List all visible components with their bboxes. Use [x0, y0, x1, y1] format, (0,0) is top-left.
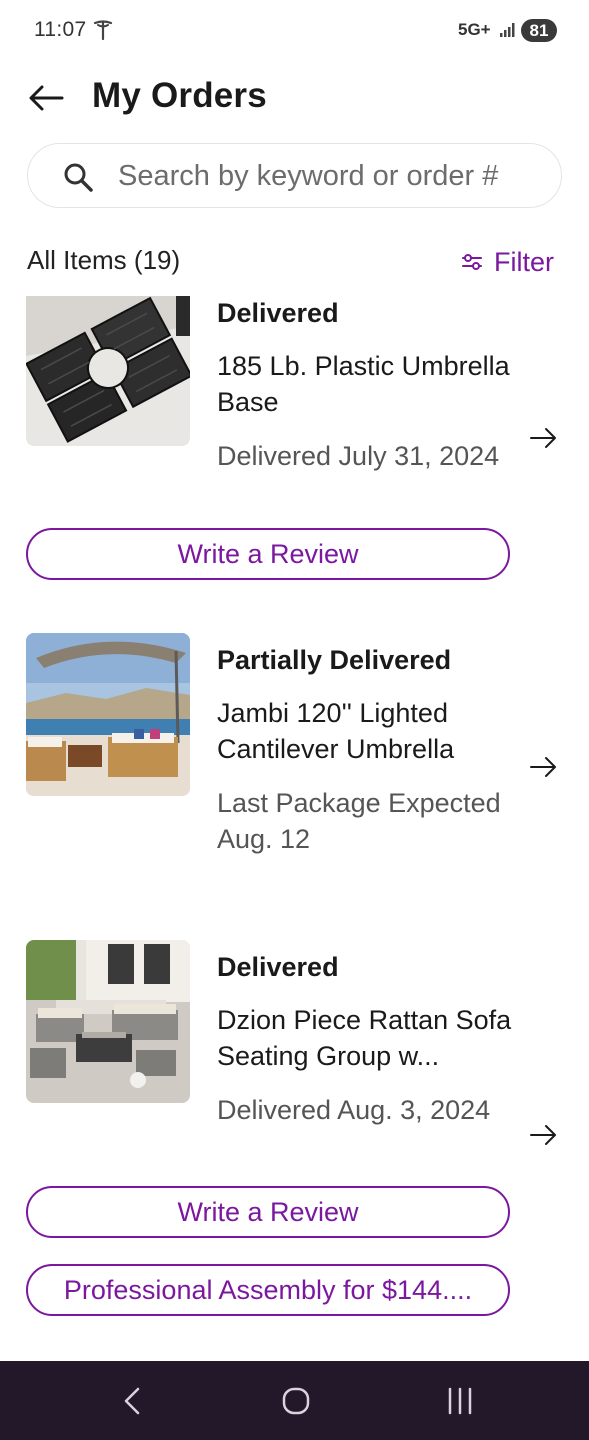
items-count: All Items (19)	[27, 245, 181, 275]
product-name: Dzion Piece Rattan Sofa Seating Group w.…	[217, 1005, 512, 1071]
order-info: Delivered Dzion Piece Rattan Sofa Seatin…	[217, 950, 547, 1128]
header: My Orders	[0, 62, 589, 134]
product-name: 185 Lb. Plastic Umbrella Base	[217, 351, 510, 417]
delivery-date: Last Package Expected Aug. 12	[217, 788, 501, 854]
page-title: My Orders	[92, 76, 267, 115]
system-nav-bar	[0, 1361, 589, 1440]
carrier-logo-icon	[93, 20, 113, 41]
nav-home-icon[interactable]	[276, 1381, 316, 1421]
status-time: 11:07	[34, 18, 87, 41]
filter-button[interactable]: Filter	[460, 244, 554, 280]
filter-sliders-icon	[462, 254, 482, 270]
filter-label: Filter	[494, 246, 554, 277]
order-item[interactable]: Delivered Dzion Piece Rattan Sofa Seatin…	[0, 940, 589, 1320]
product-image-rattan-sofa	[26, 940, 190, 1103]
search-bar[interactable]	[27, 143, 562, 208]
search-input[interactable]	[118, 156, 548, 196]
signal-icon	[500, 23, 515, 37]
product-name: Jambi 120'' Lighted Cantilever Umbrella	[217, 698, 455, 764]
back-button[interactable]	[22, 74, 70, 122]
order-status: Delivered	[217, 298, 339, 328]
delivery-date: Delivered Aug. 3, 2024	[217, 1095, 491, 1125]
order-status: Partially Delivered	[217, 645, 452, 675]
battery-indicator: 81	[521, 19, 557, 42]
arrow-right-icon[interactable]	[527, 750, 561, 784]
professional-assembly-button[interactable]: Professional Assembly for $144....	[26, 1264, 510, 1316]
product-image-umbrella-base	[26, 296, 190, 446]
product-image-cantilever-umbrella	[26, 633, 190, 796]
delivery-date: Delivered July 31, 2024	[217, 441, 500, 471]
write-review-button[interactable]: Write a Review	[26, 1186, 510, 1238]
order-item[interactable]: Delivered 185 Lb. Plastic Umbrella Base …	[0, 296, 589, 596]
arrow-right-icon[interactable]	[527, 421, 561, 455]
nav-recents-icon[interactable]	[440, 1381, 480, 1421]
search-icon	[64, 163, 93, 192]
nav-back-icon[interactable]	[112, 1381, 152, 1421]
order-status: Delivered	[217, 952, 339, 982]
order-info: Partially Delivered Jambi 120'' Lighted …	[217, 643, 547, 857]
arrow-right-icon[interactable]	[527, 1118, 561, 1152]
write-review-button[interactable]: Write a Review	[26, 528, 510, 580]
order-item[interactable]: Partially Delivered Jambi 120'' Lighted …	[0, 633, 589, 893]
order-info: Delivered 185 Lb. Plastic Umbrella Base …	[217, 296, 547, 474]
status-bar: 11:07 5G+ 81	[0, 0, 589, 62]
network-type: 5G+	[458, 20, 491, 39]
back-arrow-icon	[29, 85, 64, 111]
